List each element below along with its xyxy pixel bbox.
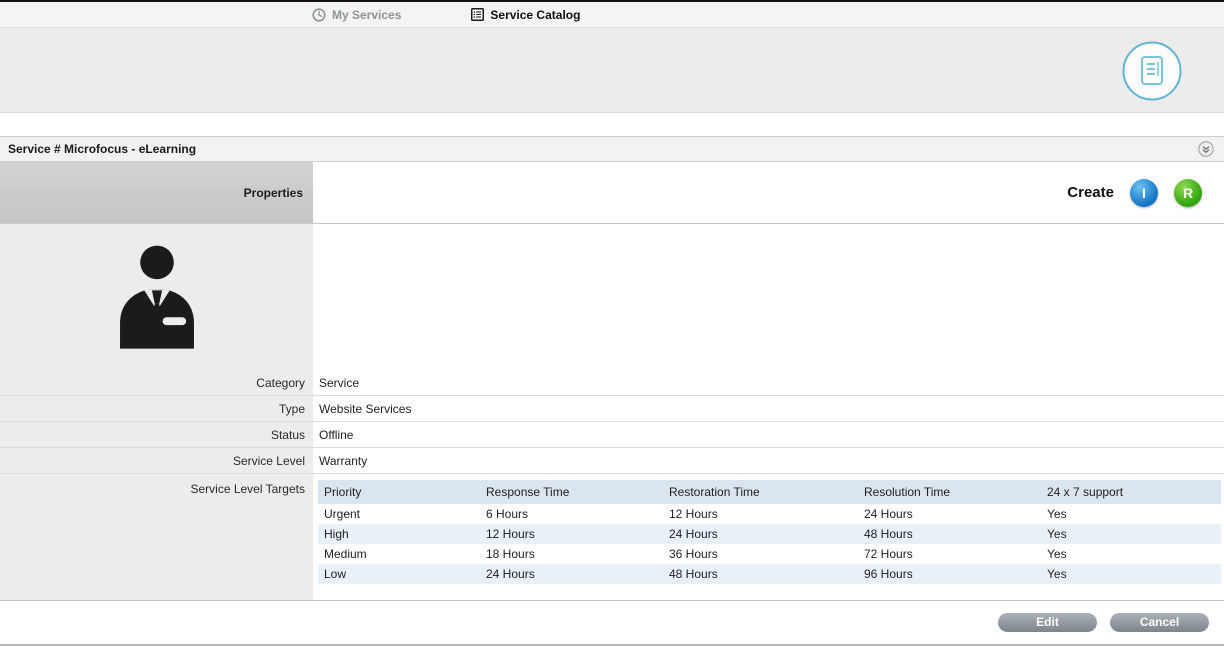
collapse-chevron-icon[interactable] — [1198, 141, 1214, 157]
tab-service-catalog[interactable]: Service Catalog — [471, 8, 580, 22]
cell: 24 Hours — [858, 504, 1041, 524]
table-row: Medium 18 Hours 36 Hours 72 Hours Yes — [318, 544, 1221, 564]
cell: 6 Hours — [480, 504, 663, 524]
table-header-row: Priority Response Time Restoration Time … — [318, 480, 1221, 504]
cell: Yes — [1041, 544, 1221, 564]
service-person-icon — [101, 232, 213, 363]
clock-icon — [312, 8, 326, 22]
cell: 18 Hours — [480, 544, 663, 564]
banner — [0, 28, 1224, 113]
bottom-divider — [0, 644, 1224, 646]
field-value: Offline — [313, 422, 1224, 447]
tab-my-services[interactable]: My Services — [312, 8, 401, 22]
cell: 24 Hours — [663, 524, 858, 544]
create-incident-button[interactable]: I — [1130, 179, 1158, 207]
cell: Urgent — [318, 504, 480, 524]
tab-label: Service Catalog — [490, 8, 580, 22]
service-title-bar: Service # Microfocus - eLearning — [0, 136, 1224, 162]
service-catalog-page: My Services Service Catalog Service # Mi… — [0, 0, 1224, 648]
service-catalog-badge-icon[interactable] — [1122, 41, 1182, 101]
cell: Yes — [1041, 504, 1221, 524]
create-request-button[interactable]: R — [1174, 179, 1202, 207]
properties-tab[interactable]: Properties — [0, 162, 313, 223]
cell: 48 Hours — [663, 564, 858, 584]
field-row-status: Status Offline — [0, 422, 1224, 448]
field-value: Warranty — [313, 448, 1224, 473]
field-row-category: Category Service — [0, 370, 1224, 396]
field-label: Type — [0, 396, 313, 421]
cell: Low — [318, 564, 480, 584]
cell: 24 Hours — [480, 564, 663, 584]
field-row-type: Type Website Services — [0, 396, 1224, 422]
cell: 96 Hours — [858, 564, 1041, 584]
catalog-icon — [471, 8, 484, 21]
properties-label: Properties — [244, 186, 303, 200]
create-label: Create — [1067, 184, 1114, 201]
edit-button[interactable]: Edit — [998, 613, 1097, 632]
create-area: Create I R — [313, 162, 1224, 223]
cell: 48 Hours — [858, 524, 1041, 544]
service-icon-cell — [0, 224, 313, 370]
field-label: Service Level Targets — [0, 474, 313, 600]
top-tab-bar: My Services Service Catalog — [0, 2, 1224, 28]
service-details-panel: Properties Create I R — [0, 162, 1224, 601]
column-header: Resolution Time — [858, 480, 1041, 504]
field-label: Service Level — [0, 448, 313, 473]
service-level-targets-table: Priority Response Time Restoration Time … — [318, 480, 1221, 584]
column-header: Response Time — [480, 480, 663, 504]
cell: Medium — [318, 544, 480, 564]
field-value: Website Services — [313, 396, 1224, 421]
cell: High — [318, 524, 480, 544]
field-row-service-level: Service Level Warranty — [0, 448, 1224, 474]
field-value: Service — [313, 370, 1224, 395]
field-label: Category — [0, 370, 313, 395]
slt-table-container: Priority Response Time Restoration Time … — [313, 474, 1224, 600]
cell: 12 Hours — [480, 524, 663, 544]
field-label: Status — [0, 422, 313, 447]
service-title: Service # Microfocus - eLearning — [8, 142, 196, 156]
table-row: Low 24 Hours 48 Hours 96 Hours Yes — [318, 564, 1221, 584]
footer-actions: Edit Cancel — [0, 601, 1224, 644]
service-level-targets-row: Service Level Targets Priority Response … — [0, 474, 1224, 600]
cell: Yes — [1041, 524, 1221, 544]
tab-label: My Services — [332, 8, 401, 22]
cancel-button[interactable]: Cancel — [1110, 613, 1209, 632]
properties-header-row: Properties Create I R — [0, 162, 1224, 224]
cell: 36 Hours — [663, 544, 858, 564]
table-row: Urgent 6 Hours 12 Hours 24 Hours Yes — [318, 504, 1221, 524]
column-header: Restoration Time — [663, 480, 858, 504]
cell: Yes — [1041, 564, 1221, 584]
column-header: 24 x 7 support — [1041, 480, 1221, 504]
table-row: High 12 Hours 24 Hours 48 Hours Yes — [318, 524, 1221, 544]
service-icon-row — [0, 224, 1224, 370]
column-header: Priority — [318, 480, 480, 504]
cell: 72 Hours — [858, 544, 1041, 564]
empty-cell — [313, 224, 1224, 370]
spacer — [0, 113, 1224, 136]
cell: 12 Hours — [663, 504, 858, 524]
